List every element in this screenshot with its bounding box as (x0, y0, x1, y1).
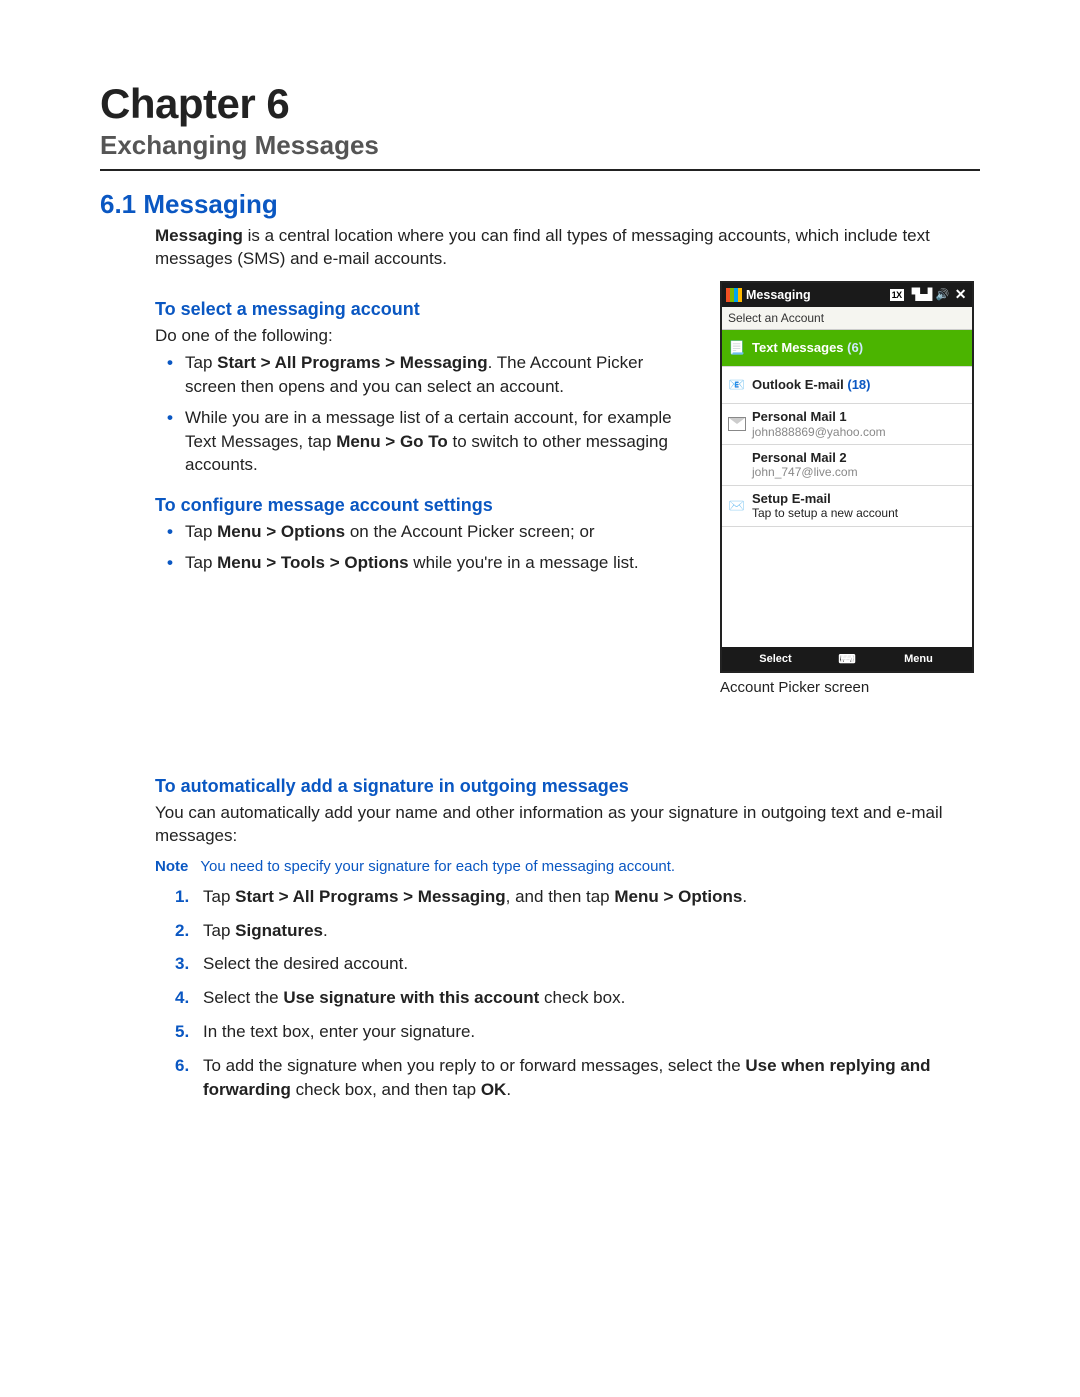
text: on the Account Picker screen; or (345, 522, 594, 541)
select-account-header: Select an Account (722, 307, 972, 330)
page: Chapter 6 Exchanging Messages 6.1 Messag… (0, 0, 1080, 1171)
close-icon[interactable]: ✕ (953, 286, 968, 303)
sub2-bullet-1: Tap Menu > Options on the Account Picker… (155, 520, 696, 543)
account-label: Personal Mail 1 john888869@yahoo.com (752, 409, 966, 439)
account-personal-2[interactable]: Personal Mail 2 john_747@live.com (722, 445, 972, 486)
network-icon: 1X (890, 289, 904, 301)
divider (100, 169, 980, 171)
device-softkeys: Select ⌨ Menu (722, 647, 972, 671)
device-screenshot: Messaging 1X ▝▙▟ 🔊 ✕ Select an Account 📃… (720, 281, 974, 673)
step-6: To add the signature when you reply to o… (175, 1054, 980, 1102)
sub1-bullet-2: While you are in a message list of a cer… (155, 406, 696, 476)
subhead-signature: To automatically add a signature in outg… (155, 776, 980, 797)
step-2: Tap Signatures. (175, 919, 980, 943)
bold: Signatures (235, 921, 323, 940)
bold: Menu > Tools > Options (217, 553, 408, 572)
step-3: Select the desired account. (175, 952, 980, 976)
account-label: Setup E-mail Tap to setup a new account (752, 491, 966, 521)
device-titlebar: Messaging 1X ▝▙▟ 🔊 ✕ (722, 283, 972, 307)
bold: Start > All Programs > Messaging (217, 353, 488, 372)
bold: Use signature with this account (283, 988, 539, 1007)
sub3-para: You can automatically add your name and … (155, 801, 980, 848)
account-name: Outlook E-mail (752, 377, 844, 392)
device-spacer (722, 527, 972, 647)
step-5: In the text box, enter your signature. (175, 1020, 980, 1044)
right-column: Messaging 1X ▝▙▟ 🔊 ✕ Select an Account 📃… (720, 281, 980, 696)
section-heading: 6.1 Messaging (100, 189, 980, 220)
account-name: Personal Mail 1 (752, 409, 966, 425)
sub1-bullets: Tap Start > All Programs > Messaging. Th… (155, 351, 696, 476)
text: Tap (203, 887, 235, 906)
signature-steps: Tap Start > All Programs > Messaging, an… (175, 885, 980, 1102)
text: Tap (185, 522, 217, 541)
text: . (506, 1080, 511, 1099)
bold: Menu > Go To (336, 432, 448, 451)
account-text-messages[interactable]: 📃 Text Messages (6) (722, 330, 972, 367)
sms-icon: 📃 (728, 339, 746, 357)
sub2-bullet-2: Tap Menu > Tools > Options while you're … (155, 551, 696, 574)
text: Tap (185, 553, 217, 572)
text: check box. (539, 988, 625, 1007)
text: Tap (203, 921, 235, 940)
envelope-icon (728, 415, 746, 433)
account-personal-1[interactable]: Personal Mail 1 john888869@yahoo.com (722, 404, 972, 445)
chapter-subtitle: Exchanging Messages (100, 130, 980, 161)
text: Tap (185, 353, 217, 372)
account-email: john888869@yahoo.com (752, 425, 966, 439)
chapter-title: Chapter 6 (100, 80, 980, 128)
account-label: Personal Mail 2 john_747@live.com (752, 450, 966, 480)
windows-flag-icon (726, 288, 742, 302)
text: check box, and then tap (291, 1080, 481, 1099)
bold: Menu > Options (217, 522, 345, 541)
text: , and then tap (506, 887, 615, 906)
bold: OK (481, 1080, 507, 1099)
intro-bold: Messaging (155, 226, 243, 245)
softkey-menu[interactable]: Menu (865, 653, 972, 665)
account-count: (18) (847, 377, 870, 392)
text: . (742, 887, 747, 906)
text: Select the (203, 988, 283, 1007)
subhead-select-account: To select a messaging account (155, 299, 696, 320)
account-label: Text Messages (6) (752, 340, 966, 356)
speaker-icon: 🔊 (936, 288, 949, 301)
intro-paragraph: Messaging is a central location where yo… (155, 224, 980, 271)
account-sub: Tap to setup a new account (752, 506, 966, 520)
signal-icon: ▝▙▟ (908, 288, 932, 301)
account-setup-email[interactable]: ✉️ Setup E-mail Tap to setup a new accou… (722, 486, 972, 527)
step-1: Tap Start > All Programs > Messaging, an… (175, 885, 980, 909)
sub2-bullets: Tap Menu > Options on the Account Picker… (155, 520, 696, 575)
sub1-lead: Do one of the following: (155, 324, 696, 347)
two-column-row: To select a messaging account Do one of … (155, 281, 980, 696)
setup-email-icon: ✉️ (728, 497, 746, 515)
softkey-select[interactable]: Select (722, 653, 829, 665)
account-count: (6) (847, 340, 863, 355)
note-label: Note (155, 858, 188, 875)
bold: Menu > Options (614, 887, 742, 906)
left-column: To select a messaging account Do one of … (155, 281, 696, 585)
device-title: Messaging (746, 288, 811, 302)
keyboard-icon[interactable]: ⌨ (829, 652, 865, 666)
account-name: Setup E-mail (752, 491, 966, 507)
body: Messaging is a central location where yo… (155, 224, 980, 1101)
bold: Start > All Programs > Messaging (235, 887, 506, 906)
note-text: You need to specify your signature for e… (200, 858, 675, 875)
account-name: Text Messages (752, 340, 844, 355)
note-row: Note You need to specify your signature … (155, 858, 980, 875)
intro-rest: is a central location where you can find… (155, 226, 930, 268)
text: To add the signature when you reply to o… (203, 1056, 745, 1075)
step-4: Select the Use signature with this accou… (175, 986, 980, 1010)
subhead-configure: To configure message account settings (155, 495, 696, 516)
status-icons: 1X ▝▙▟ 🔊 ✕ (890, 286, 968, 303)
text: . (323, 921, 328, 940)
account-name: Personal Mail 2 (752, 450, 966, 466)
windows-live-icon (728, 456, 746, 474)
device-caption: Account Picker screen (720, 679, 980, 696)
account-outlook[interactable]: 📧 Outlook E-mail (18) (722, 367, 972, 404)
account-label: Outlook E-mail (18) (752, 377, 966, 393)
account-email: john_747@live.com (752, 465, 966, 479)
text: while you're in a message list. (409, 553, 639, 572)
sub1-bullet-1: Tap Start > All Programs > Messaging. Th… (155, 351, 696, 398)
outlook-icon: 📧 (728, 376, 746, 394)
